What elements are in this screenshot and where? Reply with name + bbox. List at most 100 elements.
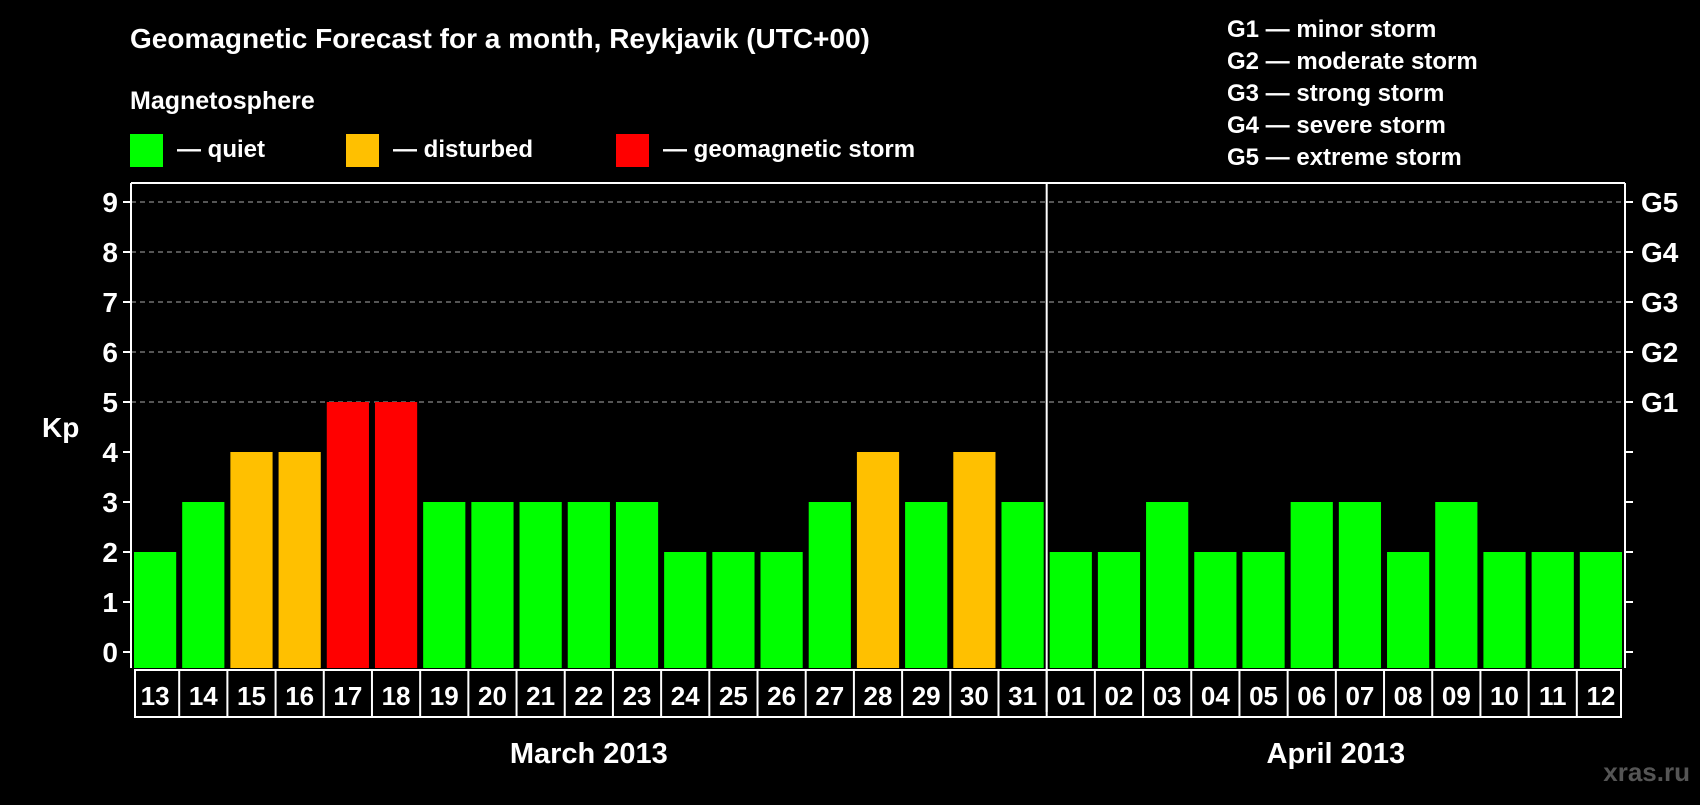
- y-tick-label: 5: [102, 387, 118, 418]
- x-tick-label: 24: [671, 681, 700, 711]
- bar: [760, 552, 803, 668]
- x-tick-label: 14: [189, 681, 218, 711]
- bar: [1146, 502, 1189, 668]
- legend-swatch-disturbed: [346, 134, 379, 167]
- bar: [374, 402, 418, 668]
- bar: [1049, 552, 1092, 668]
- bar: [1483, 552, 1526, 668]
- storm-scale-g5: G5 — extreme storm: [1227, 144, 1462, 171]
- x-tick-label: 31: [1008, 681, 1037, 711]
- x-tick-label: 09: [1442, 681, 1471, 711]
- x-tick-label: 18: [382, 681, 411, 711]
- x-tick-label: 04: [1201, 681, 1230, 711]
- bar: [1338, 502, 1382, 668]
- bar: [182, 502, 225, 668]
- x-tick-label: 07: [1345, 681, 1374, 711]
- bar: [1097, 552, 1141, 668]
- bar: [134, 552, 177, 668]
- bars: [134, 402, 1622, 668]
- x-tick-label: 03: [1153, 681, 1182, 711]
- x-tick-label: 28: [864, 681, 893, 711]
- bar: [1579, 552, 1622, 668]
- storm-scale-g4: G4 — severe storm: [1227, 112, 1446, 139]
- bar: [712, 552, 755, 668]
- x-tick-label: 12: [1586, 681, 1615, 711]
- bar: [1242, 552, 1285, 668]
- bar: [905, 502, 948, 668]
- g-scale-label: G3: [1641, 287, 1678, 318]
- bar: [471, 502, 514, 668]
- month-label: March 2013: [510, 738, 668, 770]
- bar: [664, 552, 707, 668]
- x-tick-label: 11: [1539, 681, 1567, 711]
- y-tick-label: 3: [102, 487, 118, 518]
- y-tick-label: 8: [102, 237, 118, 268]
- y-tick-label: 0: [102, 637, 118, 668]
- storm-scale-g3: G3 — strong storm: [1227, 80, 1444, 107]
- y-tick-label: 7: [102, 287, 118, 318]
- g-scale-label: G5: [1641, 187, 1678, 218]
- bar: [953, 452, 996, 668]
- legend-label-storm: — geomagnetic storm: [663, 136, 915, 163]
- x-tick-label: 16: [285, 681, 314, 711]
- y-tick-label: 6: [102, 337, 118, 368]
- x-tick-label: 30: [960, 681, 989, 711]
- x-tick-label: 13: [141, 681, 170, 711]
- bar: [230, 452, 273, 668]
- storm-scale-list: G1 — minor storm G2 — moderate storm G3 …: [1227, 16, 1478, 171]
- chart-svg: Geomagnetic Forecast for a month, Reykja…: [42, 16, 1690, 787]
- y-tick-label: 4: [102, 437, 118, 468]
- legend-heading: Magnetosphere: [130, 87, 315, 115]
- x-tick-label: 29: [912, 681, 941, 711]
- date-cells: 13 14 15 16 17 18 19 20 21 22 23 24 25 26 27 28 29 30 31 01…: [134, 669, 1622, 770]
- watermark: xras.ru: [1603, 757, 1690, 787]
- month-label: April 2013: [1267, 738, 1406, 770]
- legend: — quiet — disturbed — geomagnetic storm: [130, 134, 915, 167]
- bar: [1194, 552, 1237, 668]
- x-tick-label: 25: [719, 681, 748, 711]
- bar: [1290, 502, 1333, 668]
- storm-scale-g1: G1 — minor storm: [1227, 16, 1436, 43]
- bar: [423, 502, 466, 668]
- legend-swatch-storm: [616, 134, 649, 167]
- x-tick-label: 21: [526, 681, 555, 711]
- x-tick-label: 22: [574, 681, 603, 711]
- bar: [808, 502, 851, 668]
- storm-scale-g2: G2 — moderate storm: [1227, 48, 1478, 75]
- x-tick-label: 17: [333, 681, 362, 711]
- y-tick-label: 1: [102, 587, 118, 618]
- x-tick-label: 19: [430, 681, 459, 711]
- bar: [615, 502, 659, 668]
- bar: [519, 502, 562, 668]
- x-tick-label: 20: [478, 681, 507, 711]
- g-scale-label: G4: [1641, 237, 1679, 268]
- bar: [1531, 552, 1574, 668]
- legend-swatch-quiet: [130, 134, 163, 167]
- g-scale-label: G1: [1641, 387, 1678, 418]
- x-tick-label: 10: [1490, 681, 1519, 711]
- bar: [1001, 502, 1044, 668]
- bar: [1387, 552, 1430, 668]
- bar: [567, 502, 610, 668]
- gridlines: [131, 201, 1625, 403]
- bar: [278, 452, 321, 668]
- x-tick-label: 26: [767, 681, 796, 711]
- g-scale-label: G2: [1641, 337, 1678, 368]
- y-tick-label: 9: [102, 187, 118, 218]
- x-tick-label: 15: [237, 681, 266, 711]
- chart-title: Geomagnetic Forecast for a month, Reykja…: [130, 23, 870, 54]
- x-tick-label: 23: [623, 681, 652, 711]
- x-tick-label: 08: [1394, 681, 1423, 711]
- x-tick-label: 01: [1056, 681, 1085, 711]
- legend-label-disturbed: — disturbed: [393, 136, 533, 163]
- geomagnetic-forecast-chart: Geomagnetic Forecast for a month, Reykja…: [0, 0, 1700, 800]
- bar: [1435, 502, 1478, 668]
- x-tick-label: 05: [1249, 681, 1278, 711]
- legend-label-quiet: — quiet: [177, 136, 265, 163]
- bar: [326, 402, 369, 668]
- y-axis-label: Kp: [42, 412, 79, 443]
- x-tick-label: 02: [1105, 681, 1134, 711]
- x-tick-label: 06: [1297, 681, 1326, 711]
- x-tick-label: 27: [815, 681, 844, 711]
- y-tick-label: 2: [102, 537, 118, 568]
